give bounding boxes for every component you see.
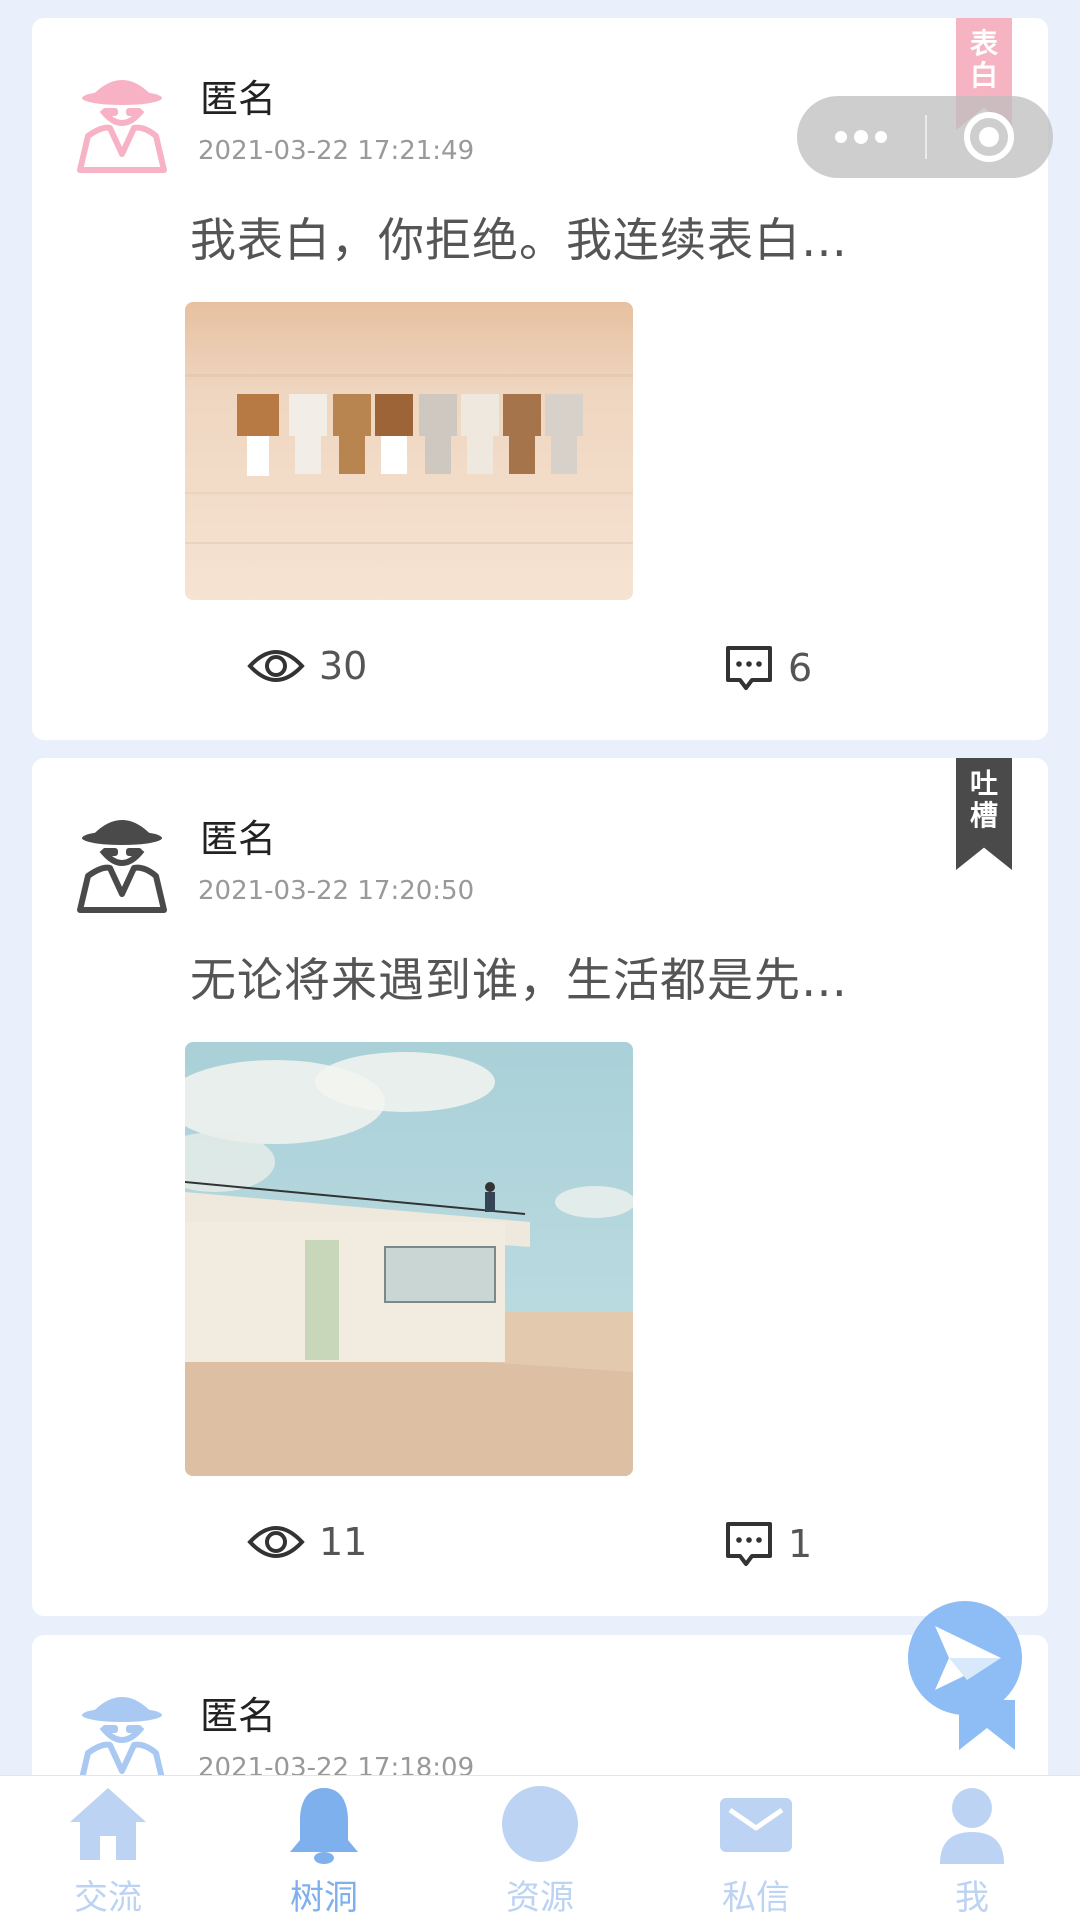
view-number: 30 — [319, 644, 368, 688]
tag-char: 槽 — [969, 799, 998, 832]
post-time: 2021-03-22 17:21:49 — [198, 136, 475, 166]
send-post-button[interactable] — [905, 1600, 1025, 1750]
view-count: 30 — [247, 644, 367, 688]
tag-char: 白 — [969, 59, 998, 92]
post-feed[interactable]: 匿名 2021-03-22 17:21:49 我表白，你拒绝。我连续表白… 30… — [0, 0, 1080, 1775]
comment-count[interactable]: 1 — [724, 1520, 812, 1568]
post-card[interactable]: 匿名 2021-03-22 17:18:09 — [32, 1635, 1048, 1775]
view-count: 11 — [247, 1520, 367, 1564]
home-icon — [70, 1788, 146, 1860]
mail-icon — [720, 1798, 792, 1852]
tab-label: 私信 — [722, 1878, 790, 1918]
poster-name: 匿名 — [200, 1694, 277, 1738]
tag-char: 吐 — [969, 767, 998, 800]
post-content[interactable]: 我表白，你拒绝。我连续表白… — [190, 204, 848, 270]
category-tag-ribbon: 吐 槽 — [956, 758, 1012, 870]
view-number: 11 — [319, 1520, 368, 1564]
comment-number: 1 — [788, 1522, 813, 1566]
tab-label: 交流 — [74, 1878, 142, 1918]
tab-resources[interactable]: 资源 — [432, 1776, 648, 1921]
post-content[interactable]: 无论将来遇到谁，生活都是先… — [190, 944, 848, 1010]
post-time: 2021-03-22 17:20:50 — [198, 876, 475, 906]
tab-label: 资源 — [506, 1878, 574, 1918]
comment-icon — [726, 1522, 772, 1566]
post-card[interactable]: 匿名 2021-03-22 17:20:50 无论将来遇到谁，生活都是先… 11… — [32, 758, 1048, 1616]
more-options-button[interactable] — [797, 96, 925, 178]
close-miniprogram-button[interactable] — [927, 96, 1051, 178]
miniprogram-capsule — [797, 96, 1053, 178]
tab-exchange[interactable]: 交流 — [0, 1776, 216, 1921]
post-time: 2021-03-22 17:18:09 — [198, 1753, 475, 1775]
tag-char: 表 — [969, 27, 998, 60]
comment-icon — [726, 646, 772, 690]
post-image[interactable] — [185, 1042, 633, 1476]
anonymous-avatar-icon — [77, 820, 167, 913]
tab-me[interactable]: 我 — [864, 1776, 1080, 1921]
tab-label: 树洞 — [290, 1878, 358, 1918]
poster-name: 匿名 — [200, 77, 277, 121]
comment-count[interactable]: 6 — [724, 644, 812, 692]
bell-icon — [290, 1788, 358, 1864]
more-dots-icon — [835, 130, 887, 144]
tab-label: 我 — [955, 1878, 989, 1918]
anonymous-avatar-icon — [79, 1697, 165, 1775]
post-image[interactable] — [185, 302, 633, 600]
eye-icon — [247, 1526, 305, 1558]
target-icon — [964, 112, 1014, 162]
comment-number: 6 — [788, 646, 813, 690]
user-icon — [940, 1788, 1004, 1864]
tab-messages[interactable]: 私信 — [648, 1776, 864, 1921]
rooftop-illustration — [185, 1042, 633, 1476]
toy-figures-photo — [185, 302, 633, 600]
poster-name: 匿名 — [200, 817, 277, 861]
bottom-tab-bar: 交流 树洞 资源 私信 我 — [0, 1775, 1080, 1921]
anonymous-avatar-icon — [77, 80, 167, 173]
compass-icon — [502, 1786, 578, 1862]
tab-treehole[interactable]: 树洞 — [216, 1776, 432, 1921]
eye-icon — [247, 650, 305, 682]
